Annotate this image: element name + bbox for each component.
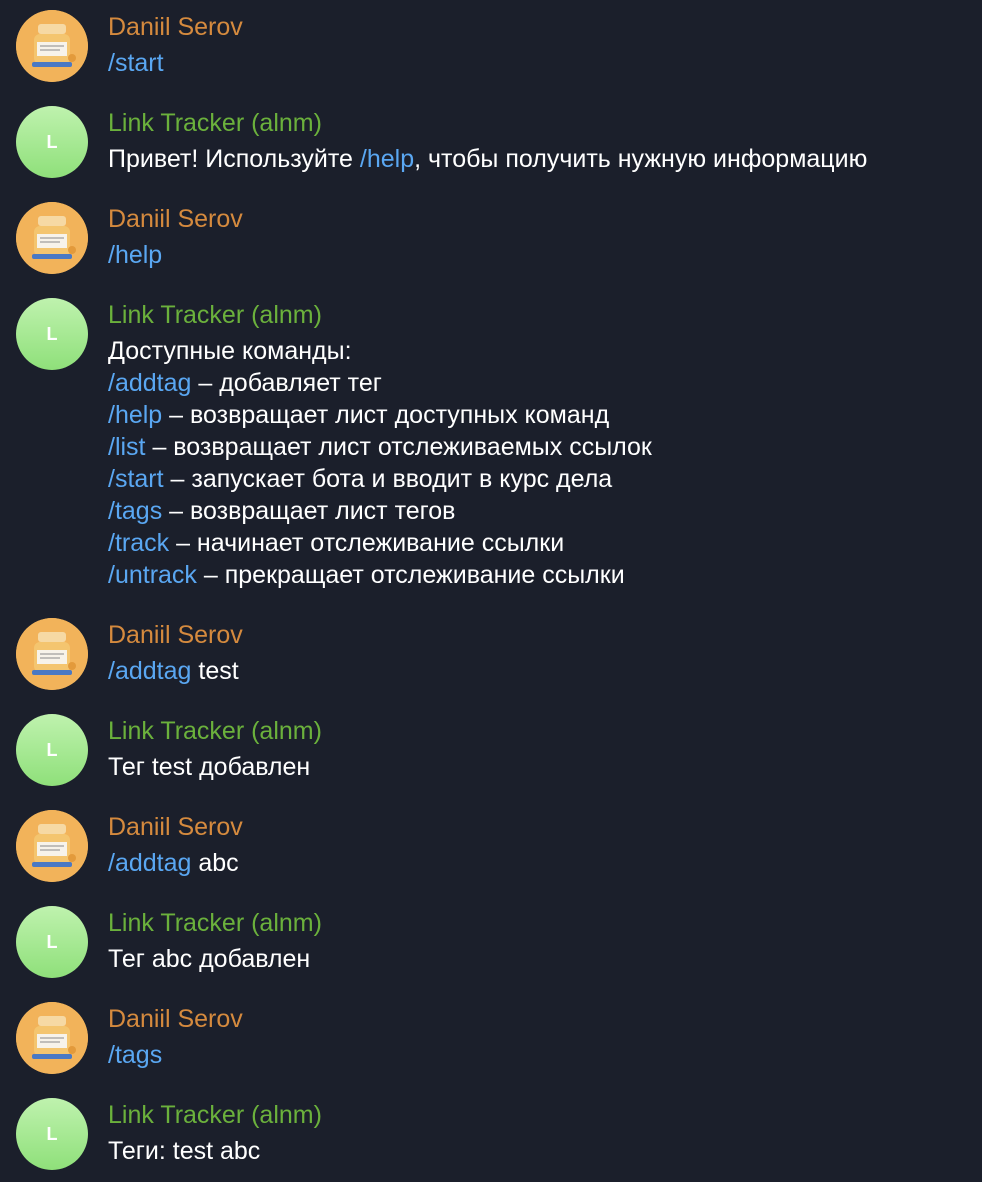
user-avatar[interactable] <box>16 10 88 82</box>
message-text: test <box>191 657 239 685</box>
command-link[interactable]: /help <box>108 401 162 429</box>
sender-name[interactable]: Daniil Serov <box>108 1004 972 1034</box>
message-text: Тег test добавлен <box>108 753 311 781</box>
bot-avatar-letter: L <box>46 323 58 344</box>
command-link[interactable]: /addtag <box>108 849 191 877</box>
message-text: – прекращает отслеживание ссылки <box>196 561 625 589</box>
bot-avatar-letter: L <box>46 931 58 952</box>
bot-avatar-letter: L <box>46 1123 58 1144</box>
message-line: Доступные команды: <box>108 335 972 367</box>
sender-name[interactable]: Daniil Serov <box>108 204 972 234</box>
message-line: /start <box>108 47 972 79</box>
message-text: Теги: test abc <box>108 1137 261 1165</box>
sender-name[interactable]: Link Tracker (alnm) <box>108 908 972 938</box>
command-link[interactable]: /list <box>108 433 146 461</box>
message-text: – запускает бота и вводит в курс дела <box>163 465 613 493</box>
command-link[interactable]: /start <box>108 49 164 77</box>
sender-name[interactable]: Link Tracker (alnm) <box>108 716 972 746</box>
sender-name[interactable]: Daniil Serov <box>108 620 972 650</box>
message-text: Привет! Используйте <box>108 145 360 173</box>
command-link[interactable]: /help <box>360 145 414 173</box>
bot-avatar[interactable]: L <box>16 906 88 978</box>
bot-avatar[interactable]: L <box>16 1098 88 1170</box>
message-text: – возвращает лист тегов <box>162 497 456 525</box>
user-avatar[interactable] <box>16 1002 88 1074</box>
command-link[interactable]: /addtag <box>108 657 191 685</box>
sender-name[interactable]: Daniil Serov <box>108 812 972 842</box>
sender-name[interactable]: Daniil Serov <box>108 12 972 42</box>
cat-sticker-avatar-icon <box>16 10 88 82</box>
sender-name[interactable]: Link Tracker (alnm) <box>108 1100 972 1130</box>
command-link[interactable]: /untrack <box>108 561 197 589</box>
message-line: /addtag – добавляет тег <box>108 367 972 399</box>
message-text: Тег abc добавлен <box>108 945 311 973</box>
command-link[interactable]: /help <box>108 241 162 269</box>
command-link[interactable]: /track <box>108 529 169 557</box>
message-line: /tags – возвращает лист тегов <box>108 495 972 527</box>
user-avatar[interactable] <box>16 202 88 274</box>
sender-name[interactable]: Link Tracker (alnm) <box>108 108 972 138</box>
sender-name[interactable]: Link Tracker (alnm) <box>108 300 972 330</box>
bot-avatar[interactable]: L <box>16 106 88 178</box>
command-link[interactable]: /start <box>108 465 164 493</box>
message-line: /tags <box>108 1039 972 1071</box>
message-text: Доступные команды: <box>108 337 352 365</box>
cat-sticker-avatar-icon <box>16 1002 88 1074</box>
cat-sticker-avatar-icon <box>16 202 88 274</box>
message-line: /untrack – прекращает отслеживание ссылк… <box>108 559 972 591</box>
cat-sticker-avatar-icon <box>16 618 88 690</box>
command-link[interactable]: /tags <box>108 497 162 525</box>
message-line: /addtag abc <box>108 847 972 879</box>
chat-history: Daniil Serov /start L Link Tracker (alnm… <box>0 0 982 1182</box>
message-text: abc <box>191 849 239 877</box>
message-line: /list – возвращает лист отслеживаемых сс… <box>108 431 972 463</box>
message-line: Тег test добавлен <box>108 751 972 783</box>
message-text: – возвращает лист доступных команд <box>162 401 610 429</box>
message-line: Теги: test abc <box>108 1135 972 1167</box>
user-avatar[interactable] <box>16 618 88 690</box>
bot-avatar[interactable]: L <box>16 714 88 786</box>
message-line: Тег abc добавлен <box>108 943 972 975</box>
bot-avatar-letter: L <box>46 131 58 152</box>
message-line: Привет! Используйте /help, чтобы получит… <box>108 143 972 175</box>
user-avatar[interactable] <box>16 810 88 882</box>
message-text: , чтобы получить нужную информацию <box>414 145 868 173</box>
bot-avatar-letter: L <box>46 739 58 760</box>
message-text: – возвращает лист отслеживаемых ссылок <box>145 433 652 461</box>
message-line: /addtag test <box>108 655 972 687</box>
cat-sticker-avatar-icon <box>16 810 88 882</box>
command-link[interactable]: /addtag <box>108 369 191 397</box>
command-link[interactable]: /tags <box>108 1041 162 1069</box>
message-line: /help <box>108 239 972 271</box>
message-line: /start – запускает бота и вводит в курс … <box>108 463 972 495</box>
message-text: – начинает отслеживание ссылки <box>169 529 565 557</box>
message-text: – добавляет тег <box>191 369 382 397</box>
message-line: /track – начинает отслеживание ссылки <box>108 527 972 559</box>
message-line: /help – возвращает лист доступных команд <box>108 399 972 431</box>
bot-avatar[interactable]: L <box>16 298 88 370</box>
